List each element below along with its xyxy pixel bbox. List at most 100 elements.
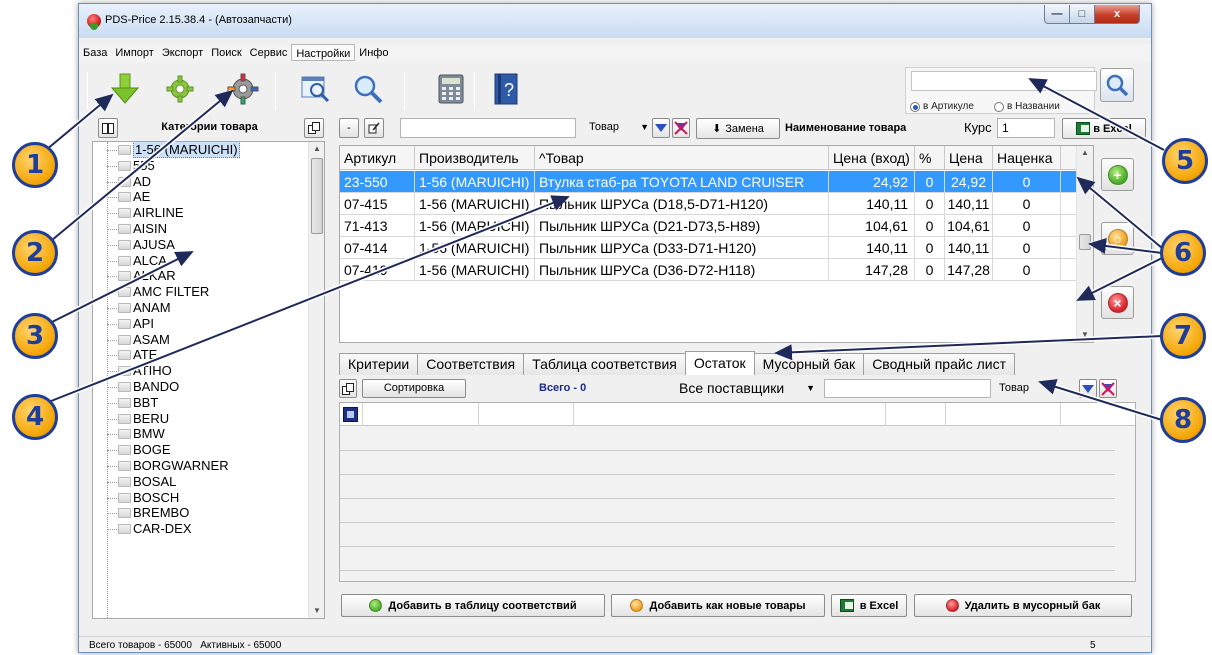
- table-row[interactable]: 07-414 1-56 (MARUICHI) Пыльник ШРУСа (D33-…: [340, 237, 1093, 259]
- category-item[interactable]: API: [93, 316, 308, 332]
- menu-search[interactable]: Поиск: [207, 44, 245, 61]
- move-to-trash-button[interactable]: Удалить в мусорный бак: [914, 594, 1132, 617]
- category-item[interactable]: 1-56 (MARUICHI): [93, 142, 308, 158]
- add-as-new-button[interactable]: Добавить как новые товары: [611, 594, 825, 617]
- maximize-button[interactable]: □: [1069, 5, 1095, 24]
- menu-service[interactable]: Сервис: [246, 44, 292, 61]
- delete-product-button[interactable]: ×: [1101, 286, 1134, 319]
- category-item[interactable]: ATE: [93, 347, 308, 363]
- tab-criteria[interactable]: Критерии: [339, 353, 419, 375]
- scroll-down-icon[interactable]: ▼: [309, 604, 324, 618]
- category-item[interactable]: BORGWARNER: [93, 458, 308, 474]
- select-all-checkbox[interactable]: [343, 407, 358, 422]
- radio-search-article[interactable]: в Артикуле: [910, 101, 974, 112]
- collapse-button[interactable]: -: [339, 118, 359, 138]
- category-item[interactable]: ASAM: [93, 332, 308, 348]
- edit-pencil-icon[interactable]: [364, 118, 384, 138]
- tree-scrollbar[interactable]: ▲ ▼: [308, 142, 324, 618]
- category-item[interactable]: 555: [93, 158, 308, 174]
- column-header-markup[interactable]: Наценка: [993, 146, 1061, 170]
- products-scrollbar[interactable]: ▲ ▼: [1076, 146, 1093, 342]
- gear-colorful-icon[interactable]: [225, 70, 261, 108]
- suppliers-combo[interactable]: Все поставщики ▼: [675, 379, 821, 398]
- category-item[interactable]: ANAM: [93, 300, 308, 316]
- quick-search-input[interactable]: [911, 71, 1097, 91]
- column-header-article[interactable]: Артикул: [340, 146, 415, 170]
- category-item[interactable]: AIRLINE: [93, 205, 308, 221]
- category-item[interactable]: ATIHO: [93, 363, 308, 379]
- filter-apply-icon[interactable]: [652, 118, 670, 138]
- lower-excel-button[interactable]: в Excel: [831, 594, 907, 617]
- download-arrow-icon[interactable]: [107, 70, 143, 108]
- copy-icon[interactable]: [304, 118, 324, 138]
- tree-scroll-thumb[interactable]: [311, 158, 323, 234]
- filter-clear-icon[interactable]: [1099, 379, 1117, 398]
- gear-green-icon[interactable]: [162, 70, 198, 108]
- category-item[interactable]: BREMBO: [93, 505, 308, 521]
- filter-clear-icon[interactable]: [672, 118, 690, 138]
- stock-filter-input[interactable]: [824, 379, 991, 398]
- sort-button[interactable]: Сортировка: [362, 379, 466, 398]
- category-item[interactable]: BOSCH: [93, 490, 308, 506]
- help-book-icon[interactable]: ?: [489, 70, 525, 108]
- category-item[interactable]: AE: [93, 189, 308, 205]
- search-button[interactable]: [1100, 68, 1134, 102]
- stock-field-combo[interactable]: Товар: [995, 379, 1075, 398]
- filter-apply-icon[interactable]: [1079, 379, 1097, 398]
- category-item[interactable]: BOSAL: [93, 474, 308, 490]
- column-header-maker[interactable]: Производитель: [415, 146, 535, 170]
- add-product-button[interactable]: +: [1101, 158, 1134, 191]
- products-filter-input[interactable]: [400, 118, 576, 138]
- minimize-button[interactable]: —: [1044, 5, 1070, 24]
- menu-import[interactable]: Импорт: [111, 44, 157, 61]
- scroll-up-icon[interactable]: ▲: [309, 142, 324, 156]
- tab-matches[interactable]: Соответствия: [417, 353, 525, 375]
- category-item[interactable]: CAR-DEX: [93, 521, 308, 537]
- table-row[interactable]: 23-550 1-56 (MARUICHI) Втулка стаб-ра TOYO…: [340, 171, 1093, 193]
- menu-baza[interactable]: База: [79, 44, 111, 61]
- window-search-icon[interactable]: [298, 70, 334, 108]
- edit-product-button[interactable]: ○: [1101, 222, 1134, 255]
- magnifier-icon[interactable]: [350, 70, 386, 108]
- column-header-price-in[interactable]: Цена (вход): [829, 146, 915, 170]
- tab-match-table[interactable]: Таблица соответствия: [523, 353, 686, 375]
- category-item[interactable]: AMC FILTER: [93, 284, 308, 300]
- add-to-match-table-button[interactable]: Добавить в таблицу соответствий: [341, 594, 605, 617]
- scroll-down-icon[interactable]: ▼: [1077, 328, 1093, 342]
- products-field-combo[interactable]: Товар ▼: [581, 118, 651, 138]
- copy-icon[interactable]: [339, 379, 357, 398]
- category-item[interactable]: BBT: [93, 395, 308, 411]
- table-row[interactable]: 07-419 1-56 (MARUICHI) Пыльник ШРУСа (D36-…: [340, 259, 1093, 281]
- menu-settings[interactable]: Настройки: [291, 44, 356, 61]
- category-item[interactable]: AD: [93, 174, 308, 190]
- close-button[interactable]: x: [1094, 5, 1140, 24]
- products-grid[interactable]: Артикул Производитель ^Товар Цена (вход)…: [339, 145, 1094, 343]
- category-item[interactable]: BMW: [93, 426, 308, 442]
- stock-grid[interactable]: [339, 402, 1136, 582]
- tab-trash[interactable]: Мусорный бак: [753, 353, 865, 375]
- category-item[interactable]: ALCA: [93, 253, 308, 269]
- column-header-product[interactable]: ^Товар: [535, 146, 829, 170]
- column-header-percent[interactable]: %: [915, 146, 945, 170]
- category-item[interactable]: BANDO: [93, 379, 308, 395]
- menu-export[interactable]: Экспорт: [158, 44, 207, 61]
- category-item[interactable]: BOGE: [93, 442, 308, 458]
- radio-search-name[interactable]: в Названии: [994, 101, 1060, 112]
- category-item[interactable]: AJUSA: [93, 237, 308, 253]
- tab-summary-price[interactable]: Сводный прайс лист: [863, 353, 1015, 375]
- category-item[interactable]: BERU: [93, 411, 308, 427]
- calculator-icon[interactable]: [433, 70, 469, 108]
- tab-stock[interactable]: Остаток: [684, 351, 755, 375]
- products-scroll-thumb[interactable]: [1079, 234, 1091, 250]
- column-header-price[interactable]: Цена: [945, 146, 993, 170]
- category-item[interactable]: AISIN: [93, 221, 308, 237]
- table-row[interactable]: 71-413 1-56 (MARUICHI) Пыльник ШРУСа (D21-…: [340, 215, 1093, 237]
- table-row[interactable]: 07-415 1-56 (MARUICHI) Пыльник ШРУСа (D18,…: [340, 193, 1093, 215]
- replace-button[interactable]: ⬇ Замена: [696, 118, 780, 139]
- category-item[interactable]: ALKAR: [93, 268, 308, 284]
- rate-input[interactable]: 1: [997, 118, 1055, 138]
- categories-tree[interactable]: 1-56 (MARUICHI) 555 AD AE AIRLINE AISIN AJUSA A…: [92, 141, 325, 619]
- export-excel-button[interactable]: в Excel: [1062, 118, 1146, 139]
- scroll-up-icon[interactable]: ▲: [1077, 146, 1093, 160]
- menu-info[interactable]: Инфо: [355, 44, 392, 61]
